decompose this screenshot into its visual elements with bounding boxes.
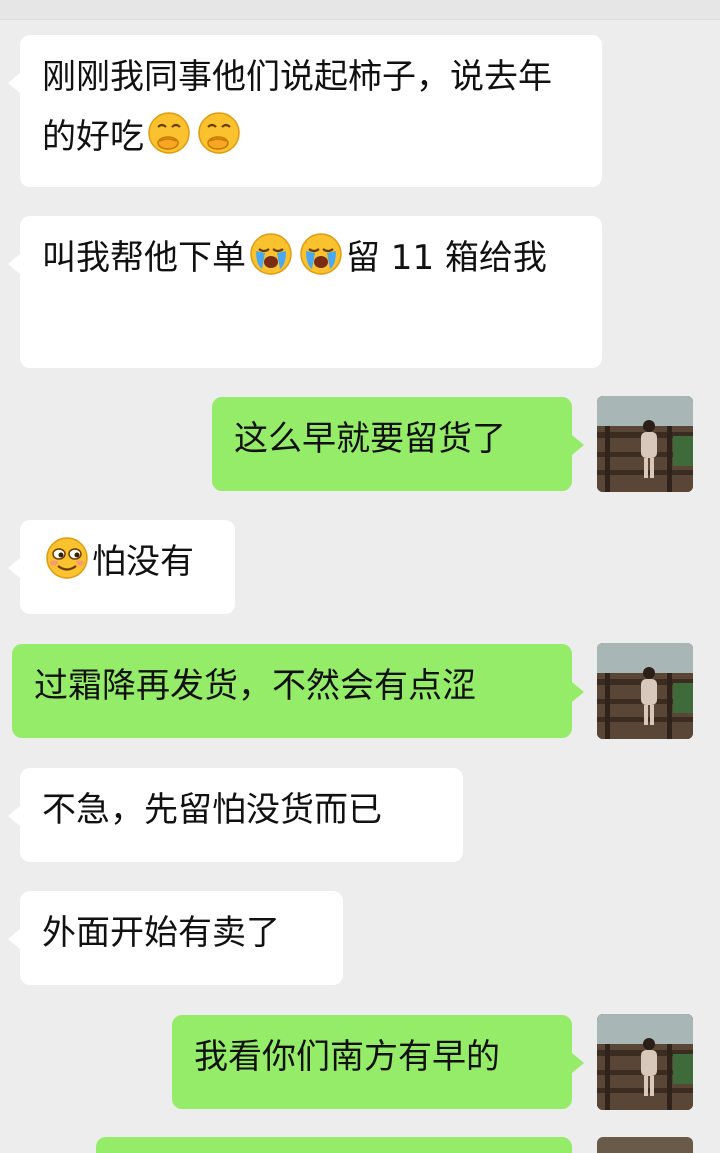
message-bubble-incoming[interactable]: 不急，先留怕没货而已 <box>8 768 463 862</box>
chat-screen: 刚刚我同事他们说起柿子，说去年的好吃 叫我帮他下单 留 11 箱给我 这么早就要留… <box>0 0 720 1153</box>
avatar-photo-icon <box>597 643 693 739</box>
self-avatar-partial[interactable] <box>597 1137 693 1153</box>
self-avatar[interactable] <box>597 643 693 739</box>
relieved-smirk-face-icon <box>44 535 90 581</box>
face-with-hand-over-mouth-icon <box>146 110 192 156</box>
self-avatar[interactable] <box>597 396 693 492</box>
message-text: 刚刚我同事他们说起柿子，说去年的好吃 <box>42 57 552 157</box>
message-text: 我看你们南方有早的 <box>194 1037 500 1077</box>
message-text: 叫我帮他下单 <box>42 238 246 278</box>
message-text: 外面开始有卖了 <box>42 913 280 953</box>
face-with-hand-over-mouth-icon <box>196 110 242 156</box>
message-text: 不急，先留怕没货而已 <box>42 790 382 830</box>
message-bubble-outgoing[interactable]: 我看你们南方有早的 <box>172 1015 584 1109</box>
message-bubble-outgoing-partial[interactable] <box>96 1137 572 1153</box>
avatar-photo-icon <box>597 396 693 492</box>
message-text: 过霜降再发货，不然会有点涩 <box>34 666 476 706</box>
message-bubble-incoming[interactable]: 刚刚我同事他们说起柿子，说去年的好吃 <box>8 35 602 187</box>
top-divider <box>0 0 720 20</box>
message-bubble-incoming[interactable]: 外面开始有卖了 <box>8 891 343 985</box>
message-bubble-outgoing[interactable]: 这么早就要留货了 <box>212 397 584 491</box>
message-bubble-incoming[interactable]: 怕没有 <box>8 520 235 614</box>
message-text: 留 11 箱给我 <box>346 238 547 278</box>
message-text: 怕没有 <box>92 542 194 582</box>
avatar-photo-icon <box>597 1014 693 1110</box>
self-avatar[interactable] <box>597 1014 693 1110</box>
loudly-crying-face-icon <box>298 231 344 277</box>
message-text: 这么早就要留货了 <box>234 419 506 459</box>
loudly-crying-face-icon <box>248 231 294 277</box>
message-bubble-outgoing[interactable]: 过霜降再发货，不然会有点涩 <box>12 644 584 738</box>
message-bubble-incoming[interactable]: 叫我帮他下单 留 11 箱给我 <box>8 216 602 368</box>
